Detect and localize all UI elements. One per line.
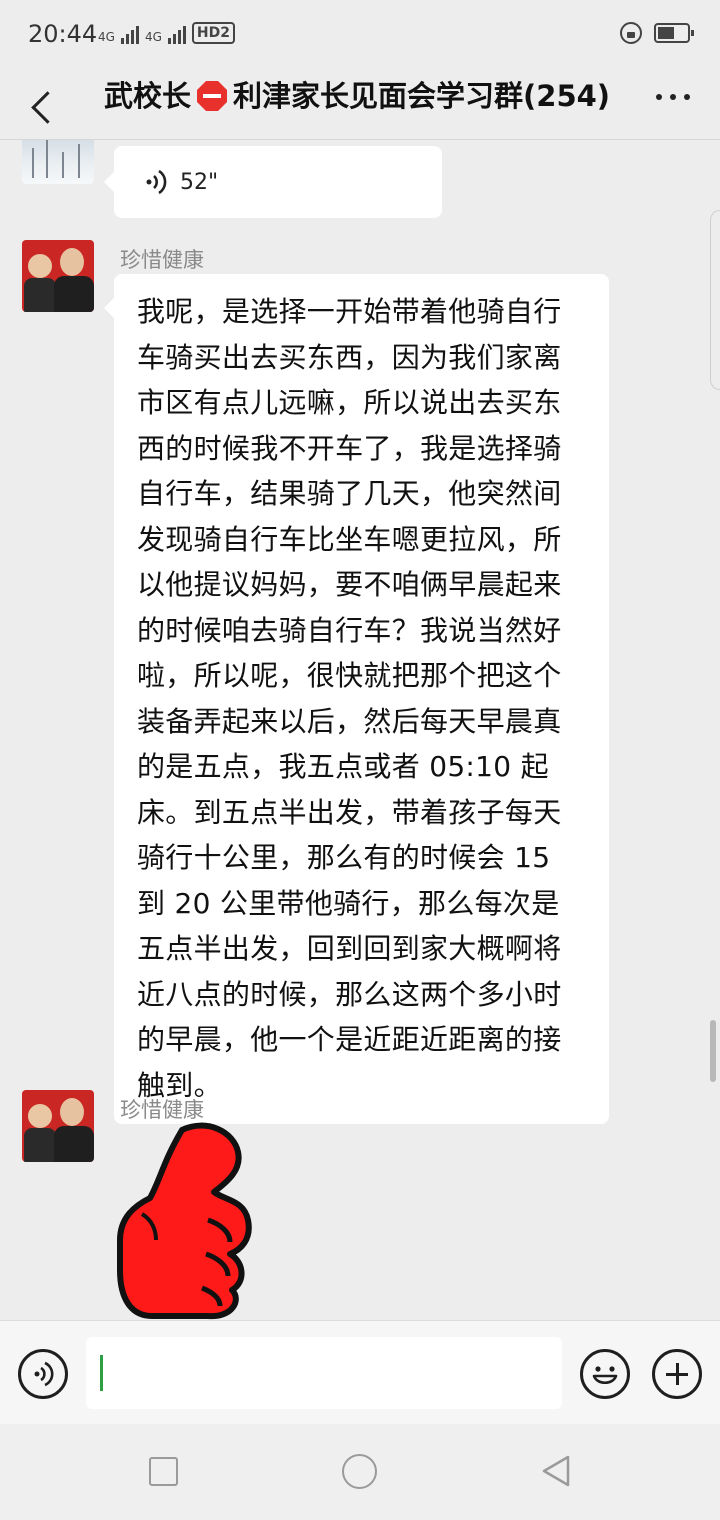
- chat-title-prefix: 武校长: [104, 79, 192, 113]
- network-label-2: 4G: [144, 30, 162, 44]
- voice-message-bubble[interactable]: 52": [104, 146, 442, 218]
- avatar[interactable]: [22, 1090, 94, 1162]
- signal-indicators: 4G 4G HD2: [98, 22, 235, 44]
- recent-apps-button[interactable]: [149, 1457, 178, 1486]
- thumbs-up-sticker-icon[interactable]: [112, 1120, 252, 1320]
- emoji-button[interactable]: [580, 1349, 630, 1399]
- scrollbar[interactable]: [710, 1020, 716, 1082]
- avatar[interactable]: [22, 240, 94, 312]
- status-bar: 20:44 4G 4G HD2: [0, 0, 720, 72]
- home-button[interactable]: [342, 1454, 377, 1489]
- message-text: 我呢，是选择一开始带着他骑自行车骑买出去买东西，因为我们家离市区有点儿远嘛，所以…: [137, 295, 562, 1102]
- system-navigation-bar: [0, 1424, 720, 1520]
- text-caret: [100, 1355, 103, 1391]
- battery-icon: [654, 23, 694, 43]
- voice-duration: 52": [180, 170, 219, 195]
- avatar[interactable]: [22, 140, 94, 184]
- hd-badge: HD2: [191, 22, 235, 44]
- text-message-bubble[interactable]: 我呢，是选择一开始带着他骑自行车骑买出去买东西，因为我们家离市区有点儿远嘛，所以…: [104, 274, 609, 1124]
- back-button[interactable]: [22, 82, 66, 130]
- nav-back-button[interactable]: [540, 1454, 572, 1488]
- chat-title: 武校长 利津家长见面会学习群(254): [104, 76, 624, 116]
- edge-panel-handle[interactable]: [710, 210, 720, 390]
- voice-input-button[interactable]: [18, 1349, 68, 1399]
- rotation-lock-icon: [620, 22, 642, 44]
- more-actions-button[interactable]: [652, 1349, 702, 1399]
- signal-bars-icon-2: [167, 26, 186, 44]
- input-bar: [0, 1320, 720, 1424]
- sender-name: 珍惜健康: [120, 248, 204, 272]
- status-time: 20:44: [28, 20, 98, 48]
- voice-input-icon: [34, 1361, 54, 1387]
- more-options-button[interactable]: [656, 94, 690, 100]
- voice-playback-icon: [146, 169, 167, 195]
- message-list[interactable]: 52" 珍惜健康 我呢，是选择一开始带着他骑自行车骑买出去买东西，因为我们家离市…: [0, 140, 720, 1320]
- emoji-icon: [592, 1366, 618, 1385]
- signal-bars-icon: [120, 26, 139, 44]
- chat-header: 武校长 利津家长见面会学习群(254): [0, 72, 720, 140]
- message-input[interactable]: [86, 1337, 562, 1409]
- chat-title-suffix: 利津家长见面会学习群(254): [233, 79, 611, 113]
- network-label-1: 4G: [98, 30, 115, 44]
- stop-sign-emoji-icon: [197, 81, 228, 111]
